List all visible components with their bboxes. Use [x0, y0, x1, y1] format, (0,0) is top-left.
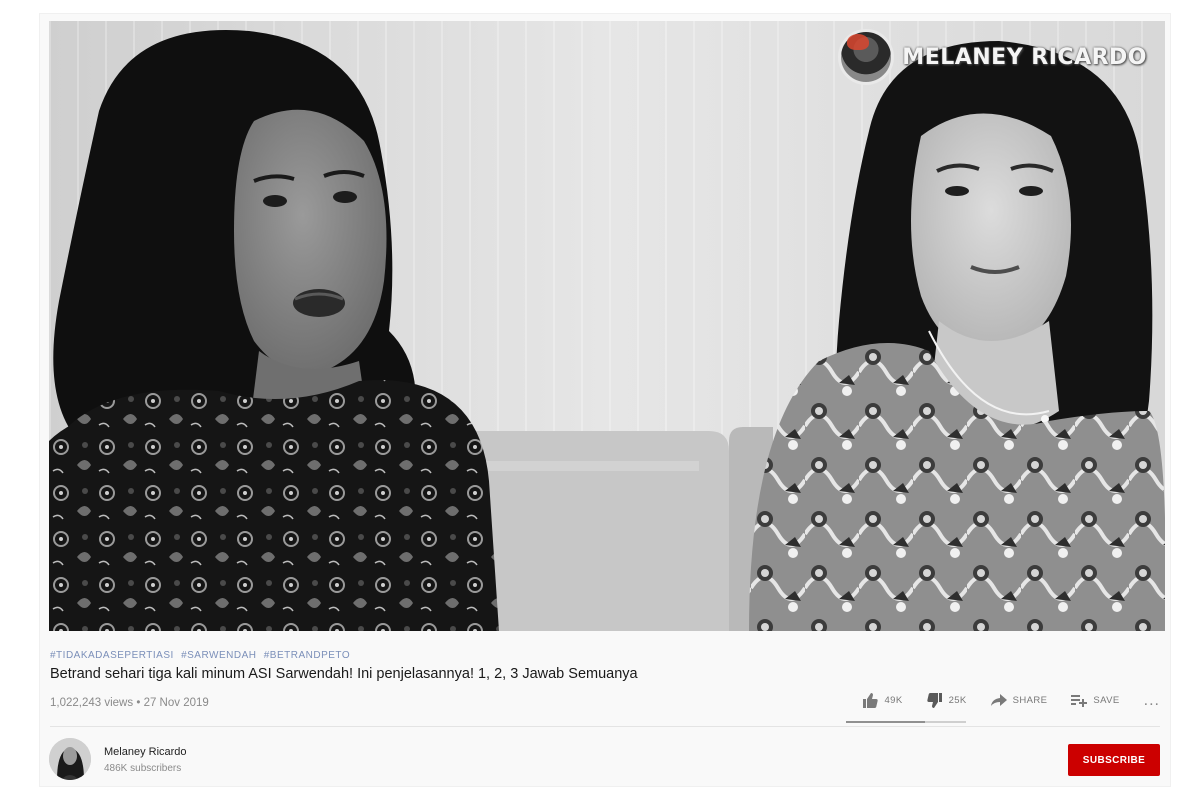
share-label: SHARE	[1012, 695, 1048, 706]
share-button[interactable]: SHARE	[990, 694, 1048, 707]
video-player[interactable]: MELANEY RICARDO	[49, 21, 1165, 631]
avatar-image	[49, 738, 91, 780]
subscribe-button[interactable]: SUBSCRIBE	[1068, 744, 1160, 776]
hashtag-link[interactable]: #BETRANDPETO	[264, 650, 350, 661]
more-horizontal-icon: ...	[1143, 691, 1160, 709]
thumbs-down-icon	[926, 693, 942, 708]
save-label: SAVE	[1093, 695, 1120, 706]
hashtag-link[interactable]: #TIDAKADASEPERTIASI	[50, 650, 174, 661]
video-frame	[49, 21, 1165, 631]
dislike-button[interactable]: 25K	[926, 693, 967, 708]
like-button[interactable]: 49K	[862, 693, 902, 708]
video-page: MELANEY RICARDO #TIDAKADASEPERTIASI #SAR…	[40, 14, 1170, 786]
sentiment-bar	[846, 721, 966, 723]
view-count: 1,022,243 views	[50, 697, 134, 709]
video-actions: 49K 25K SHARE SAVE ...	[838, 691, 1160, 709]
share-arrow-icon	[990, 694, 1007, 706]
save-button[interactable]: SAVE	[1071, 694, 1119, 707]
watermark-avatar	[838, 29, 895, 85]
video-stats: 1,022,243 views • 27 Nov 2019	[50, 697, 209, 709]
dislike-count: 25K	[948, 695, 967, 706]
more-actions-button[interactable]: ...	[1143, 691, 1160, 709]
thumbs-up-icon	[863, 693, 879, 708]
channel-name[interactable]: Melaney Ricardo	[104, 746, 187, 758]
subscriber-count: 486K subscribers	[104, 763, 182, 774]
hashtag-list: #TIDAKADASEPERTIASI #SARWENDAH #BETRANDP…	[50, 650, 354, 661]
playlist-add-icon	[1071, 695, 1088, 707]
like-count: 49K	[884, 695, 903, 706]
video-title: Betrand sehari tiga kali minum ASI Sarwe…	[50, 666, 638, 682]
divider	[50, 726, 1160, 727]
watermark-text: MELANEY RICARDO	[902, 44, 1147, 70]
sentiment-like-fill	[846, 721, 926, 723]
channel-watermark: MELANEY RICARDO	[838, 27, 1147, 87]
channel-avatar[interactable]	[49, 738, 91, 780]
stats-separator: •	[136, 697, 141, 709]
publish-date: 27 Nov 2019	[143, 697, 209, 709]
hashtag-link[interactable]: #SARWENDAH	[181, 650, 256, 661]
